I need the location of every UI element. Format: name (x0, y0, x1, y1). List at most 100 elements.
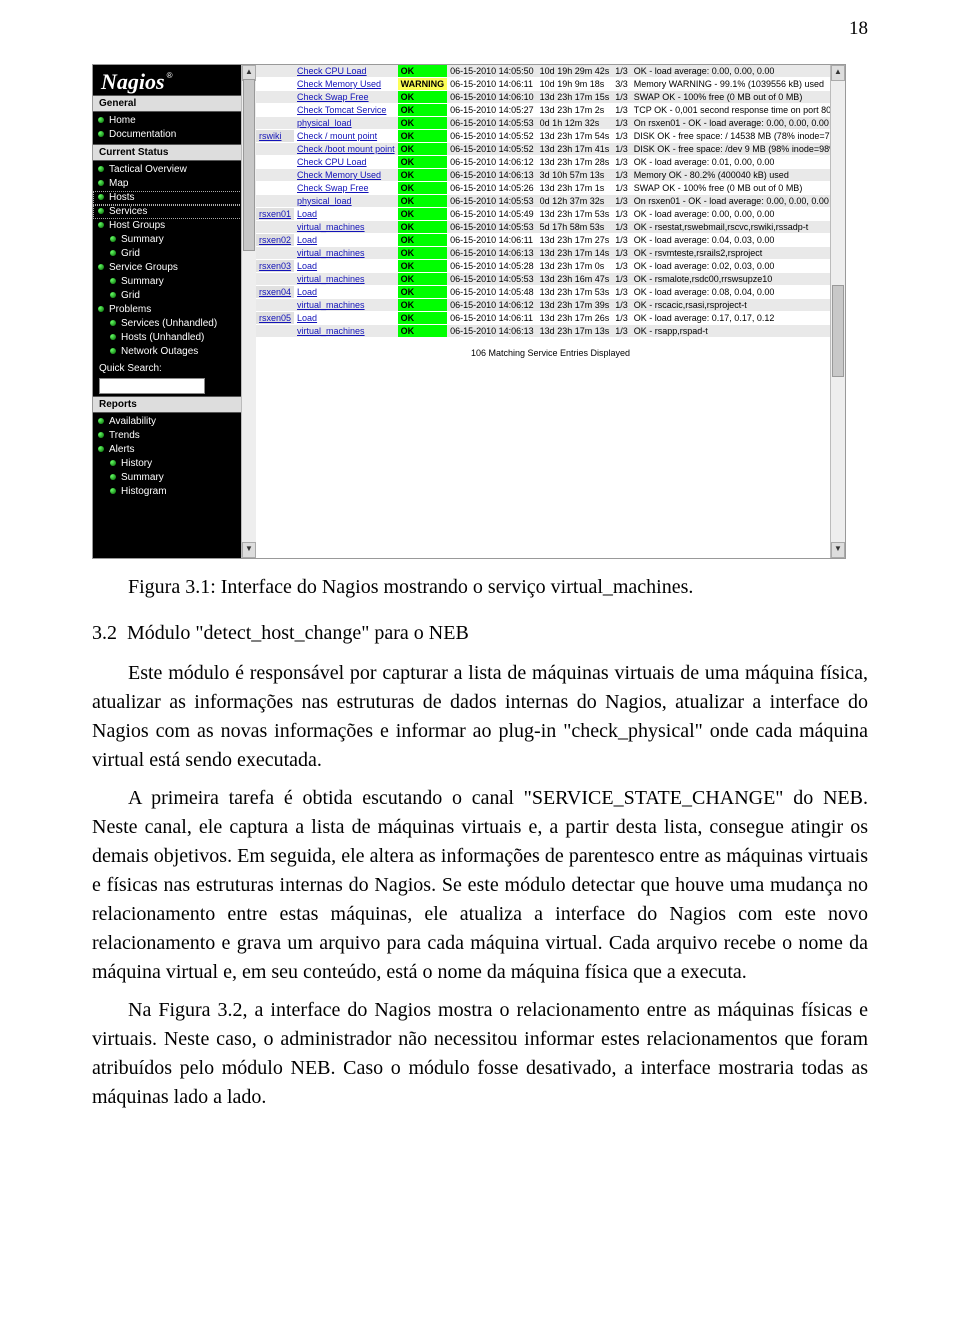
service-cell[interactable]: Load (294, 286, 398, 299)
bullet-icon (98, 208, 104, 214)
service-cell[interactable]: virtual_machines (294, 299, 398, 312)
table-row: rsxen01LoadOK06-15-2010 14:05:4913d 23h … (256, 208, 845, 221)
sidebar-item[interactable]: Summary (93, 275, 256, 289)
main-scrollbar[interactable]: ▲ ▼ (830, 65, 845, 558)
lastcheck-cell: 06-15-2010 14:06:13 (447, 325, 537, 338)
attempt-cell: 1/3 (612, 143, 631, 156)
sidebar-item[interactable]: Summary (93, 233, 256, 247)
statusinfo-cell: OK - rscacic,rsasi,rsproject-t (631, 299, 845, 312)
duration-cell: 13d 23h 17m 0s (537, 260, 613, 273)
service-cell[interactable]: Check Memory Used (294, 169, 398, 182)
service-cell[interactable]: Load (294, 312, 398, 325)
sidebar-item-label: Network Outages (121, 346, 198, 357)
sidebar-scrollbar[interactable]: ▲ ▼ (241, 65, 256, 558)
bullet-icon (110, 250, 116, 256)
sidebar-item[interactable]: Problems (93, 303, 256, 317)
sidebar-item[interactable]: Summary (93, 471, 256, 485)
sidebar-item[interactable]: History (93, 457, 256, 471)
bullet-icon (110, 320, 116, 326)
section-number: 3.2 (92, 622, 117, 645)
attempt-cell: 1/3 (612, 273, 631, 286)
statusinfo-cell: DISK OK - free space: / 14538 MB (78% in… (631, 130, 845, 143)
scroll-thumb[interactable] (243, 79, 255, 251)
status-cell: OK (398, 156, 448, 169)
sidebar-item[interactable]: Services (93, 205, 256, 219)
duration-cell: 0d 12h 37m 32s (537, 195, 613, 208)
scroll-up-icon[interactable]: ▲ (831, 65, 845, 81)
sidebar-item[interactable]: Histogram (93, 485, 256, 499)
sidebar-item[interactable]: Services (Unhandled) (93, 317, 256, 331)
service-status-table: Check CPU LoadOK06-15-2010 14:05:5010d 1… (256, 65, 845, 338)
section-heading: 3.2 Módulo "detect_host_change" para o N… (92, 622, 868, 645)
sidebar-item[interactable]: Availability (93, 415, 256, 429)
service-cell[interactable]: Check Swap Free (294, 182, 398, 195)
bullet-icon (110, 278, 116, 284)
host-cell[interactable]: rswiki (256, 130, 294, 143)
host-cell[interactable]: rsxen02 (256, 234, 294, 247)
sidebar-item[interactable]: Hosts (Unhandled) (93, 331, 256, 345)
sidebar-item[interactable]: Trends (93, 429, 256, 443)
sidebar-item[interactable]: Tactical Overview (93, 163, 256, 177)
sidebar-group-list: HomeDocumentation (93, 112, 256, 144)
bullet-icon (110, 334, 116, 340)
service-cell[interactable]: Check CPU Load (294, 65, 398, 78)
service-cell[interactable]: Load (294, 234, 398, 247)
service-cell[interactable]: Check Memory Used (294, 78, 398, 91)
lastcheck-cell: 06-15-2010 14:06:13 (447, 169, 537, 182)
service-cell[interactable]: Load (294, 208, 398, 221)
duration-cell: 10d 19h 9m 18s (537, 78, 613, 91)
sidebar-group-list: Availability TrendsAlertsHistorySummaryHi… (93, 413, 256, 501)
sidebar-item[interactable]: Hosts (93, 191, 256, 205)
host-cell[interactable]: rsxen03 (256, 260, 294, 273)
attempt-cell: 1/3 (612, 156, 631, 169)
scroll-down-icon[interactable]: ▼ (242, 542, 256, 558)
service-cell[interactable]: virtual_machines (294, 221, 398, 234)
sidebar-item-label: Availability (109, 416, 156, 427)
service-cell[interactable]: virtual_machines (294, 273, 398, 286)
sidebar-item-label: Service Groups (109, 262, 178, 273)
duration-cell: 13d 23h 17m 53s (537, 208, 613, 221)
lastcheck-cell: 06-15-2010 14:05:49 (447, 208, 537, 221)
service-cell[interactable]: Check CPU Load (294, 156, 398, 169)
scroll-down-icon[interactable]: ▼ (831, 542, 845, 558)
attempt-cell: 1/3 (612, 130, 631, 143)
scroll-thumb[interactable] (832, 285, 844, 377)
host-cell[interactable]: rsxen05 (256, 312, 294, 325)
table-row: virtual_machinesOK06-15-2010 14:05:535d … (256, 221, 845, 234)
bullet-icon (98, 194, 104, 200)
host-cell[interactable]: rsxen01 (256, 208, 294, 221)
service-cell[interactable]: physical_load (294, 117, 398, 130)
bullet-icon (98, 432, 104, 438)
service-cell[interactable]: virtual_machines (294, 325, 398, 338)
duration-cell: 5d 17h 58m 53s (537, 221, 613, 234)
duration-cell: 10d 19h 29m 42s (537, 65, 613, 78)
sidebar-item[interactable]: Home (93, 114, 256, 128)
lastcheck-cell: 06-15-2010 14:05:53 (447, 273, 537, 286)
logo-text: Nagios (101, 69, 165, 94)
sidebar-item[interactable]: Map (93, 177, 256, 191)
service-cell[interactable]: Check /boot mount point (294, 143, 398, 156)
sidebar-item[interactable]: Host Groups (93, 219, 256, 233)
status-cell: OK (398, 143, 448, 156)
sidebar-item[interactable]: Documentation (93, 128, 256, 142)
service-cell[interactable]: virtual_machines (294, 247, 398, 260)
service-cell[interactable]: Check Tomcat Service (294, 104, 398, 117)
status-cell: OK (398, 130, 448, 143)
sidebar-item[interactable]: Grid (93, 289, 256, 303)
service-cell[interactable]: physical_load (294, 195, 398, 208)
sidebar-item[interactable]: Grid (93, 247, 256, 261)
statusinfo-cell: OK - rsvmteste,rsrails2,rsproject (631, 247, 845, 260)
nagios-screenshot: Nagios® GeneralHomeDocumentationCurrent … (92, 64, 846, 559)
table-row: virtual_machinesOK06-15-2010 14:05:5313d… (256, 273, 845, 286)
host-cell[interactable]: rsxen04 (256, 286, 294, 299)
sidebar-item[interactable]: Network Outages (93, 345, 256, 359)
bullet-icon (98, 222, 104, 228)
service-cell[interactable]: Check Swap Free (294, 91, 398, 104)
sidebar-group-list: Tactical OverviewMapHostsServicesHost Gr… (93, 161, 256, 361)
service-cell[interactable]: Check / mount point (294, 130, 398, 143)
sidebar-item[interactable]: Service Groups (93, 261, 256, 275)
sidebar-item[interactable]: Alerts (93, 443, 256, 457)
quick-search-input[interactable] (99, 378, 205, 394)
service-cell[interactable]: Load (294, 260, 398, 273)
attempt-cell: 1/3 (612, 247, 631, 260)
